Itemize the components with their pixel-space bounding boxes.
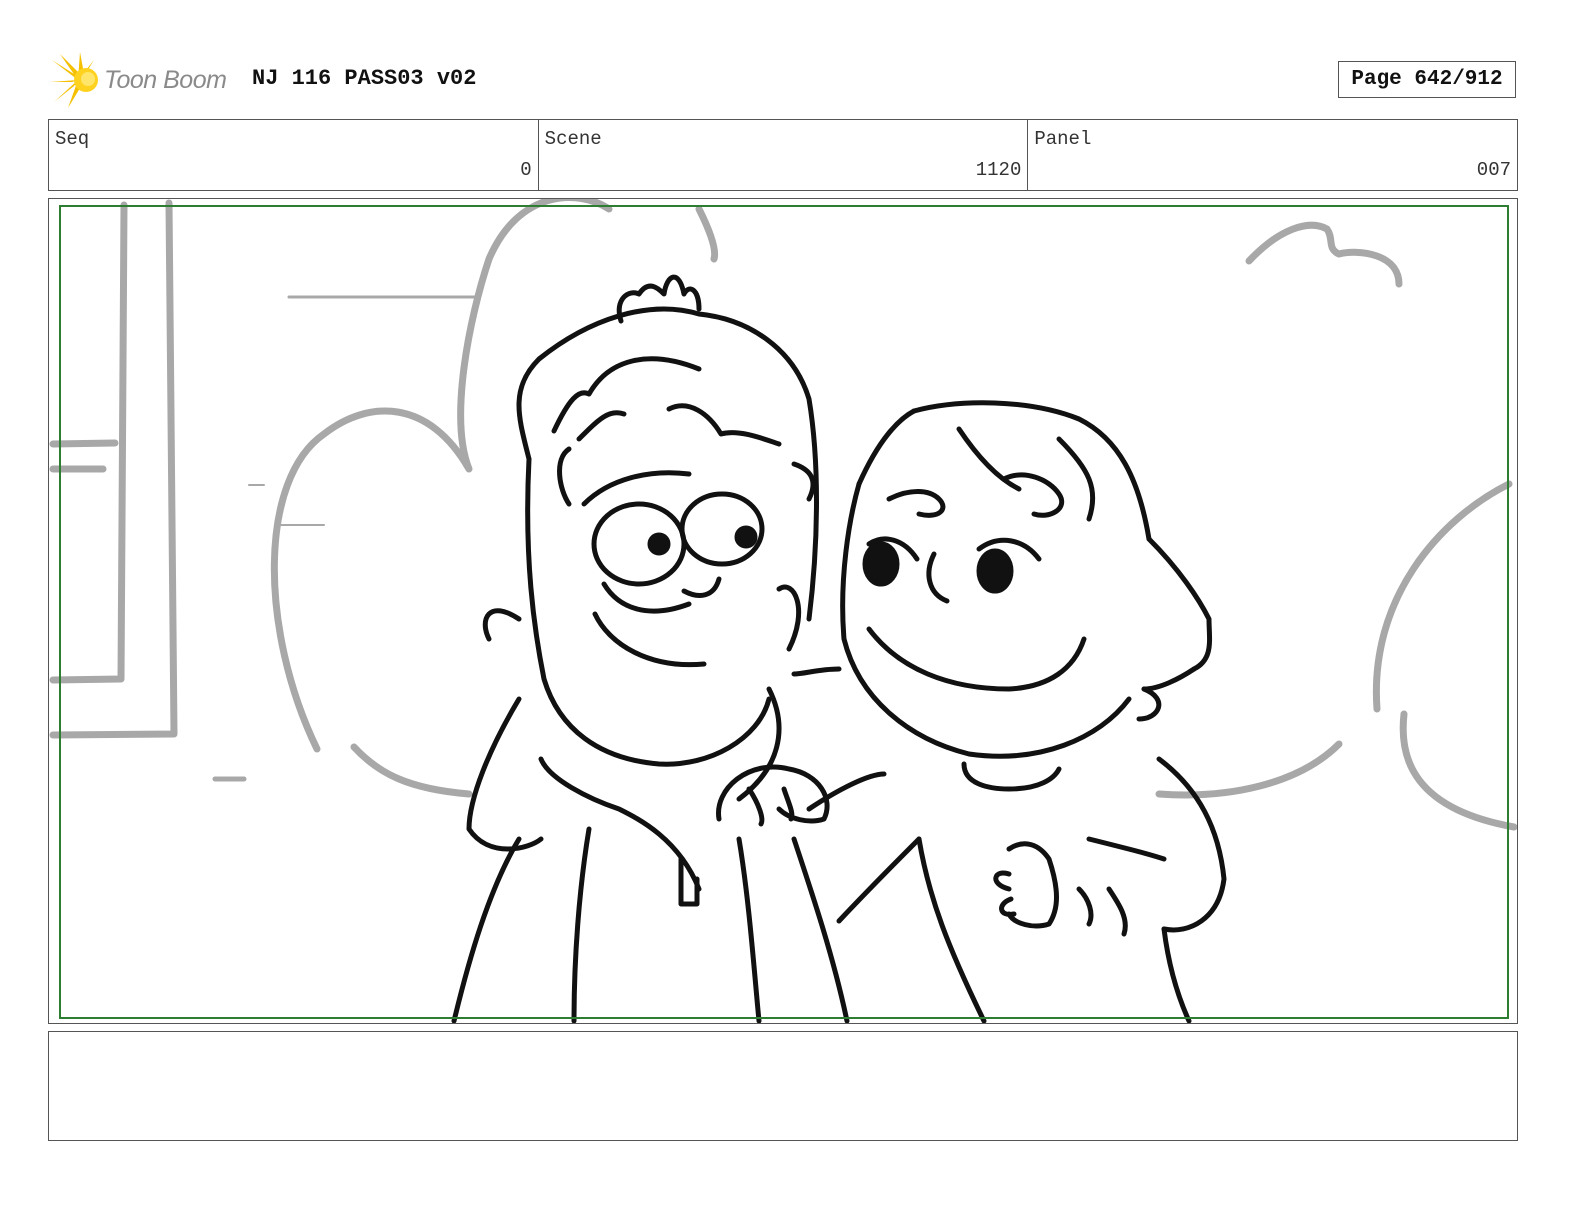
background-sketch xyxy=(49,199,1517,831)
characters-sketch xyxy=(451,274,1227,1023)
panel-value: 007 xyxy=(1476,159,1512,181)
page-counter: Page 642/912 xyxy=(1338,61,1516,98)
panel-info-row: Seq 0 Scene 1120 Panel 007 xyxy=(48,119,1518,191)
scene-value: 1120 xyxy=(975,159,1022,181)
logo-text: Toon Boom xyxy=(104,66,227,94)
sun-burst-icon xyxy=(50,52,98,108)
toon-boom-logo: Toon Boom xyxy=(50,52,240,108)
storyboard-sketch xyxy=(49,199,1517,1023)
seq-value: 0 xyxy=(520,159,532,181)
panel-label: Panel xyxy=(1034,128,1092,150)
panel-notes-box xyxy=(48,1031,1518,1141)
scene-cell: Scene 1120 xyxy=(539,120,1029,190)
storyboard-panel-image xyxy=(48,198,1518,1024)
scene-label: Scene xyxy=(544,128,602,150)
panel-cell: Panel 007 xyxy=(1028,120,1517,190)
seq-cell: Seq 0 xyxy=(49,120,539,190)
seq-label: Seq xyxy=(55,128,90,150)
document-title: NJ 116 PASS03 v02 xyxy=(252,66,477,91)
